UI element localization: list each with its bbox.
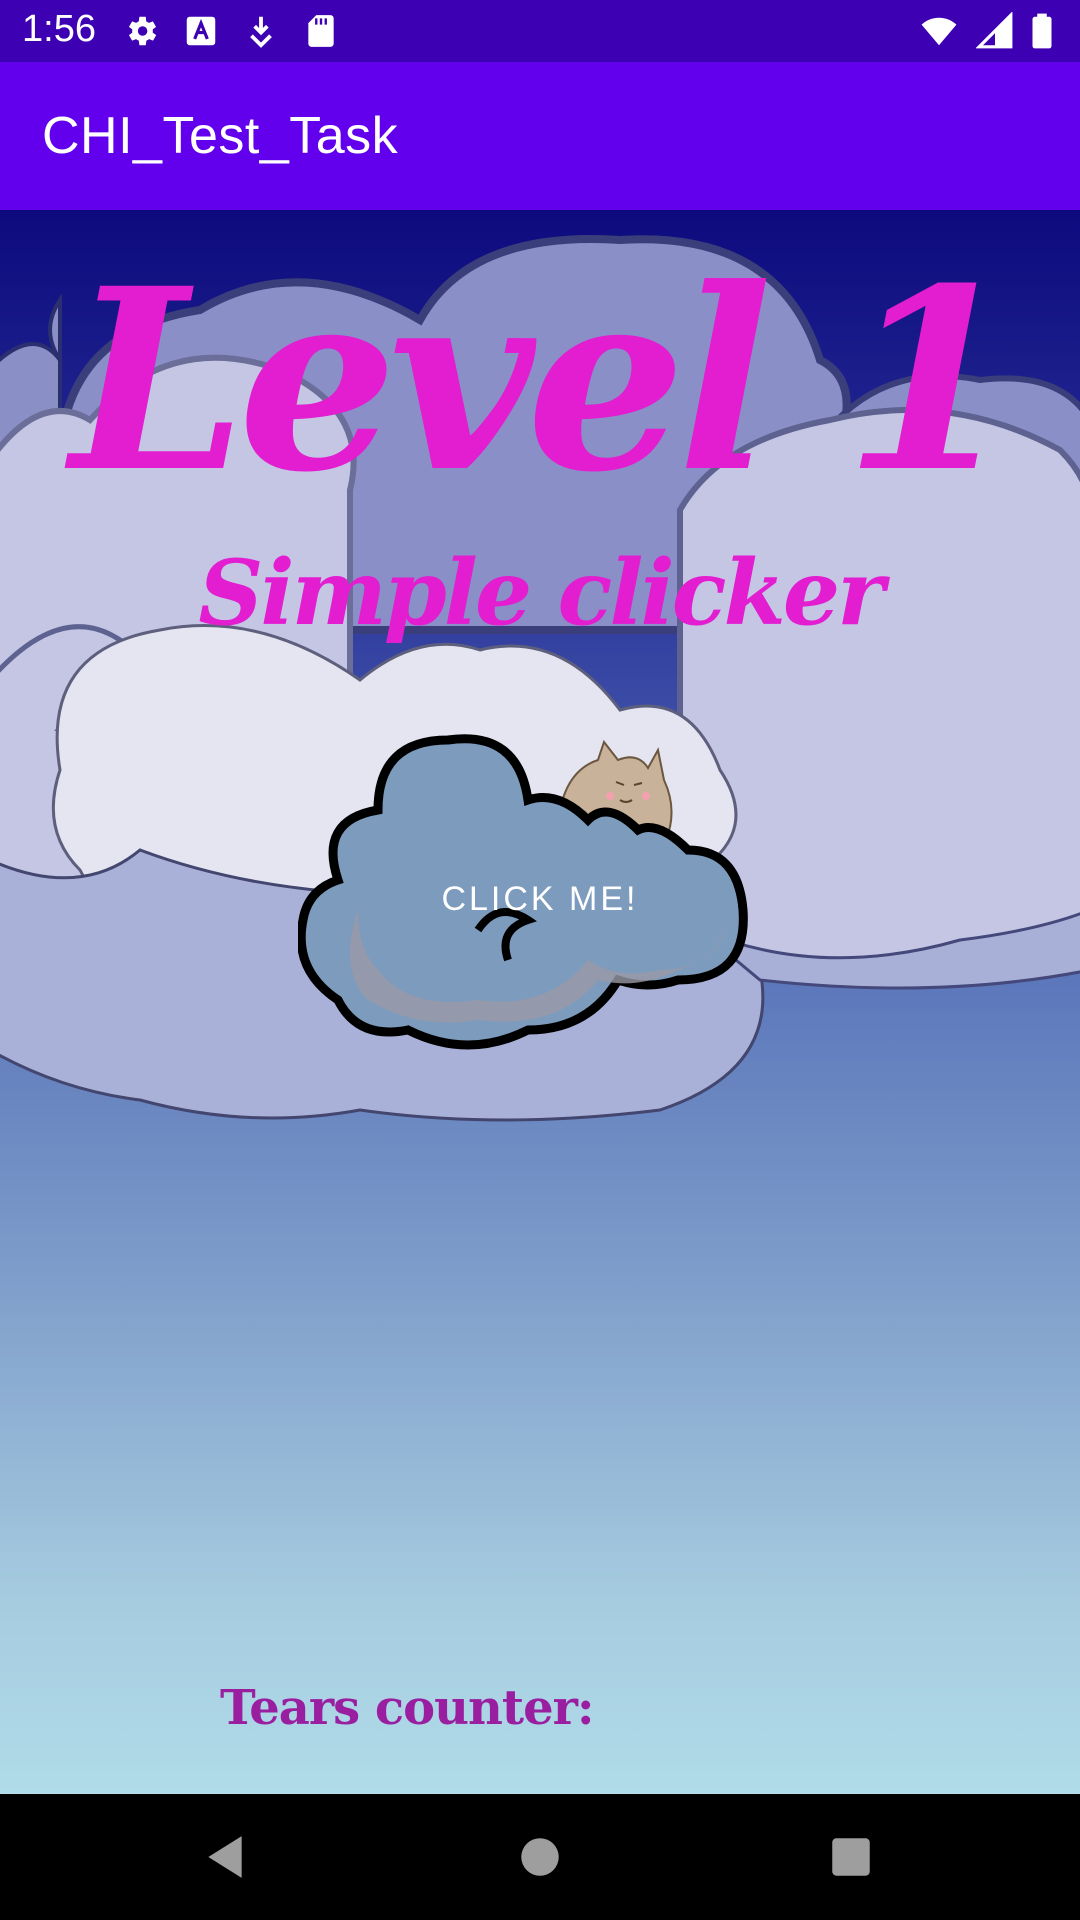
download-arrow-icon bbox=[250, 16, 272, 48]
click-me-button[interactable]: CLICK ME! bbox=[296, 730, 782, 1070]
gear-icon bbox=[128, 16, 157, 46]
a-square-icon bbox=[186, 16, 216, 46]
status-time: 1:56 bbox=[22, 8, 96, 50]
battery-icon bbox=[1032, 13, 1052, 49]
app-title: CHI_Test_Task bbox=[42, 107, 399, 165]
status-notification-icons bbox=[122, 12, 340, 50]
game-screen: Level 1 Simple clicker CLICK ME! Tears c… bbox=[0, 210, 1080, 1794]
app-bar: CHI_Test_Task bbox=[0, 62, 1080, 210]
signal-icon bbox=[976, 12, 1013, 49]
game-subtitle: Simple clicker bbox=[198, 540, 884, 646]
status-bar: 1:56 bbox=[0, 0, 1080, 62]
navigation-bar bbox=[0, 1794, 1080, 1920]
wifi-icon bbox=[921, 17, 957, 46]
back-icon[interactable] bbox=[200, 1832, 250, 1882]
sd-card-icon bbox=[308, 15, 334, 47]
recents-icon[interactable] bbox=[826, 1832, 876, 1882]
tears-counter-label: Tears counter: bbox=[220, 1680, 595, 1736]
home-icon[interactable] bbox=[515, 1832, 565, 1882]
click-me-label: CLICK ME! bbox=[441, 880, 639, 918]
status-system-icons bbox=[918, 12, 1054, 50]
level-title: Level 1 bbox=[70, 233, 1017, 527]
